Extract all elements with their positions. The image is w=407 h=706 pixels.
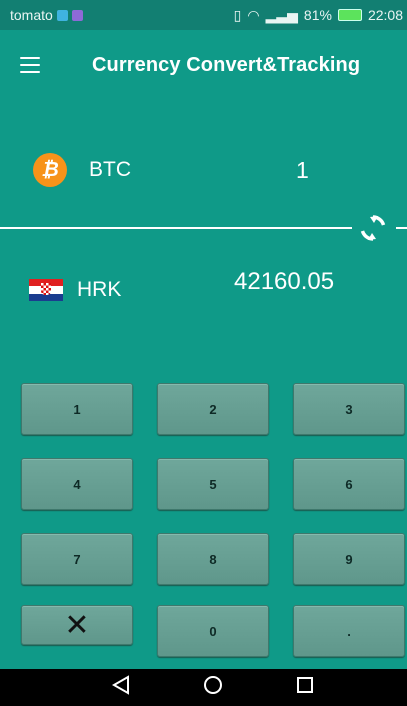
divider-line — [0, 227, 352, 229]
key-5[interactable]: 5 — [157, 458, 269, 510]
app-notification-icon — [56, 9, 68, 21]
vibrate-icon: ▯ — [233, 6, 242, 23]
signal-icon: ▂▃▅ — [265, 6, 298, 23]
from-currency-row[interactable]: ₿ BTC 1 — [0, 145, 407, 195]
croatia-flag-icon — [29, 279, 63, 301]
carrier-label: tomato — [10, 7, 53, 23]
to-currency-code[interactable]: HRK — [77, 278, 121, 302]
system-nav-bar — [0, 669, 407, 706]
wifi-icon: ◠ — [247, 6, 260, 23]
app-bar: Currency Convert&Tracking — [0, 30, 407, 100]
clock: 22:08 — [367, 7, 403, 23]
battery-percent: 81% — [303, 7, 332, 23]
hamburger-menu-icon[interactable] — [20, 57, 40, 73]
recents-square-icon[interactable] — [295, 674, 315, 696]
key-8[interactable]: 8 — [157, 533, 269, 585]
converted-amount: 42160.05 — [234, 268, 335, 295]
from-amount[interactable]: 1 — [296, 157, 309, 184]
bitcoin-icon: ₿ — [33, 153, 67, 187]
key-3[interactable]: 3 — [293, 383, 405, 435]
key-decimal[interactable]: . — [293, 605, 405, 657]
key-4[interactable]: 4 — [21, 458, 133, 510]
swap-arrows-icon[interactable] — [357, 212, 389, 244]
home-circle-icon[interactable] — [202, 674, 224, 696]
key-2[interactable]: 2 — [157, 383, 269, 435]
back-triangle-icon[interactable] — [111, 674, 131, 696]
key-0[interactable]: 0 — [157, 605, 269, 657]
page-title: Currency Convert&Tracking — [92, 53, 361, 76]
key-9[interactable]: 9 — [293, 533, 405, 585]
divider-line — [396, 227, 407, 229]
key-1[interactable]: 1 — [21, 383, 133, 435]
to-currency-row[interactable]: HRK 42160.05 — [0, 268, 407, 312]
key-6[interactable]: 6 — [293, 458, 405, 510]
battery-icon — [337, 9, 362, 21]
clear-key[interactable]: ✕ — [21, 605, 133, 645]
status-bar: tomato ▯ ◠ ▂▃▅ 81% 22:08 — [0, 0, 407, 30]
app-notification-icon — [71, 9, 83, 21]
from-currency-code[interactable]: BTC — [89, 158, 131, 182]
key-7[interactable]: 7 — [21, 533, 133, 585]
